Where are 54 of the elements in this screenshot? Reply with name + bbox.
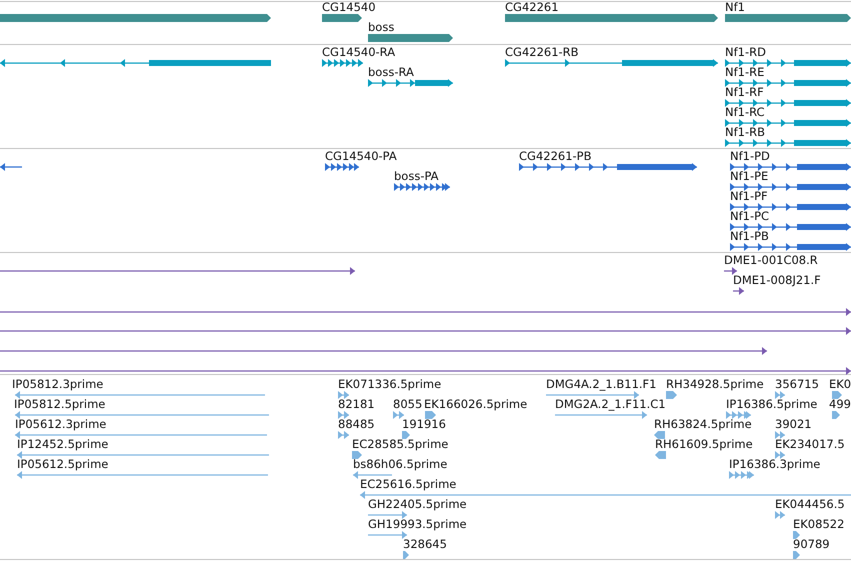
feature-label: DME1-008J21.F [733, 273, 821, 287]
feature-label: Nf1-PF [730, 189, 768, 203]
feature-label: IP05812.3prime [12, 377, 104, 391]
feature-label: 88485 [338, 417, 375, 431]
feature-label: 328645 [403, 537, 447, 551]
feature-label: IP16386.3prime [729, 457, 820, 471]
feature-label: 8055 [393, 397, 422, 411]
feature-label: Nf1-PD [730, 149, 770, 163]
feature-label: IP05612.5prime [17, 457, 108, 471]
feature-label: IP05612.3prime [15, 417, 106, 431]
feature-label: RH61609.5prime [655, 437, 753, 451]
feature-label: EK166026.5prime [424, 397, 528, 411]
feature-label: Nf1-RE [725, 65, 764, 79]
feature-label: EK044456.5 [775, 497, 845, 511]
feature-label: RH63824.5prime [654, 417, 752, 431]
feature-label: IP16386.5prime [726, 397, 818, 411]
feature-label: GH19993.5prime [368, 517, 467, 531]
feature-label: Nf1 [725, 2, 745, 14]
feature-label: 39021 [775, 417, 812, 431]
feature-label: Nf1-RD [725, 45, 766, 59]
feature-label: EK0 [829, 377, 851, 391]
feature-label: Nf1-PB [730, 229, 769, 243]
feature-label: boss [368, 20, 394, 34]
feature-label: 82181 [338, 397, 375, 411]
feature-label: IP05812.5prime [14, 397, 106, 411]
feature-label: Nf1-RF [725, 85, 764, 99]
feature-label: 191916 [402, 417, 446, 431]
feature-label: CG42261 [505, 2, 559, 14]
feature-label: EK071336.5prime [338, 377, 442, 391]
feature-label: DME1-001C08.R [724, 253, 818, 267]
feature-label: DMG2A.2_1.F11.C1 [555, 397, 666, 411]
feature-label: RH34928.5prime [666, 377, 764, 391]
feature-label: CG42261-RB [505, 45, 579, 59]
feature-label: CG14540 [322, 2, 376, 14]
feature-label: bs86h06.5prime [353, 457, 448, 471]
feature-label: CG14540-PA [325, 149, 397, 163]
feature-label: EK234017.5 [775, 437, 845, 451]
feature-label: EC25616.5prime [360, 477, 456, 491]
feature-label: 499 [829, 397, 851, 411]
feature-label: EK08522 [793, 517, 844, 531]
feature-label: Nf1-PC [730, 209, 770, 223]
feature-label: 356715 [775, 377, 819, 391]
feature-label: 90789 [793, 537, 830, 551]
feature-label: CG42261-PB [519, 149, 592, 163]
feature-label: CG14540-RA [322, 45, 396, 59]
feature-label: Nf1-RB [725, 125, 765, 139]
feature-label: boss-RA [368, 65, 414, 79]
feature-label: Nf1-RC [725, 105, 765, 119]
feature-label: Nf1-PE [730, 169, 768, 183]
feature-label: IP12452.5prime [17, 437, 108, 451]
feature-label: EC28585.5prime [352, 437, 448, 451]
feature-label: DMG4A.2_1.B11.F1 [546, 377, 656, 391]
feature-label: boss-PA [394, 169, 439, 183]
feature-label: GH22405.5prime [368, 497, 467, 511]
